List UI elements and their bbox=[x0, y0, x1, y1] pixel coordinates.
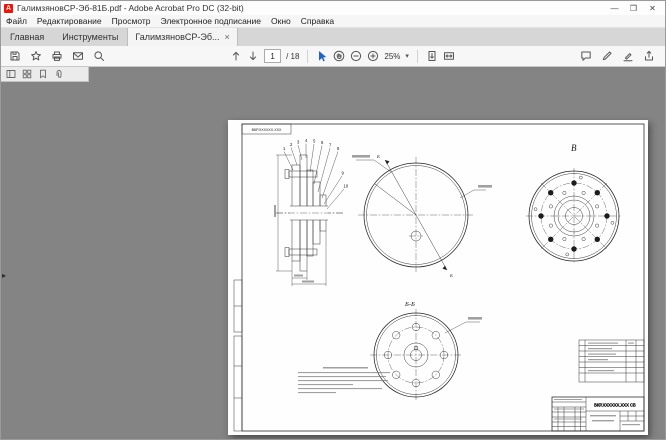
toolbar-center-group: 1 / 18 25% ▾ bbox=[230, 49, 455, 63]
svg-text:8: 8 bbox=[337, 146, 340, 151]
fill-sign-pencil-button[interactable] bbox=[601, 50, 613, 62]
close-button[interactable]: ✕ bbox=[643, 4, 662, 13]
pdf-page[interactable]: ВКР.ХХХХХХ.ХХХ bbox=[228, 120, 648, 435]
side-panel-icon[interactable] bbox=[6, 69, 16, 79]
window-controls: — ❐ ✕ bbox=[605, 4, 662, 13]
svg-text:9: 9 bbox=[342, 171, 345, 176]
chevron-down-icon[interactable]: ▾ bbox=[405, 53, 409, 60]
page-number-input[interactable]: 1 bbox=[264, 49, 281, 63]
svg-text:6: 6 bbox=[321, 140, 324, 145]
menu-help[interactable]: Справка bbox=[296, 16, 339, 26]
tab-bar: Главная Инструменты ГалимзяновСР-Эб... × bbox=[1, 28, 665, 46]
page-thumbnails-icon[interactable] bbox=[22, 69, 32, 79]
tab-document-label: ГалимзяновСР-Эб... bbox=[135, 32, 219, 42]
menu-esign[interactable]: Электронное подписание bbox=[156, 16, 266, 26]
zoom-level-value[interactable]: 25% bbox=[384, 52, 400, 61]
scroll-mode-button[interactable] bbox=[426, 50, 438, 62]
hand-tool-button[interactable] bbox=[333, 50, 345, 62]
view-b: В bbox=[526, 143, 622, 264]
title-block: ВКР.ХХХХХХ.ХХХ СБ bbox=[552, 397, 644, 431]
menu-view[interactable]: Просмотр bbox=[107, 16, 156, 26]
save-button[interactable] bbox=[9, 50, 21, 62]
search-icon[interactable] bbox=[93, 50, 105, 62]
window-title: ГалимзяновСР-Эб-81Б.pdf - Adobe Acrobat … bbox=[17, 3, 244, 13]
zoom-out-button[interactable] bbox=[350, 50, 362, 62]
menu-edit[interactable]: Редактирование bbox=[32, 16, 107, 26]
technical-requirements-text bbox=[298, 367, 390, 393]
previous-page-button[interactable] bbox=[230, 50, 242, 62]
select-tool-button[interactable] bbox=[316, 50, 328, 62]
comment-tool-button[interactable] bbox=[580, 50, 592, 62]
highlighter-button[interactable] bbox=[622, 50, 634, 62]
next-page-button[interactable] bbox=[247, 50, 259, 62]
engineering-drawing: ВКР.ХХХХХХ.ХХХ bbox=[228, 120, 648, 435]
expand-panel-arrow[interactable]: ▸ bbox=[2, 271, 6, 280]
toolbar-divider bbox=[307, 50, 308, 63]
menu-window[interactable]: Окно bbox=[266, 16, 296, 26]
svg-text:Б: Б bbox=[376, 154, 380, 159]
menu-bar: Файл Редактирование Просмотр Электронное… bbox=[1, 15, 665, 28]
tab-close-icon[interactable]: × bbox=[225, 32, 230, 42]
toolbar-divider bbox=[417, 50, 418, 63]
svg-text:1: 1 bbox=[283, 146, 286, 151]
svg-text:Б: Б bbox=[449, 273, 453, 278]
toolbar-right-group bbox=[580, 50, 665, 62]
svg-text:7: 7 bbox=[329, 143, 332, 148]
zoom-in-button[interactable] bbox=[367, 50, 379, 62]
print-button[interactable] bbox=[51, 50, 63, 62]
front-view: Б Б bbox=[352, 154, 492, 278]
mail-button[interactable] bbox=[72, 50, 84, 62]
tab-tools[interactable]: Инструменты bbox=[53, 28, 127, 46]
parts-table bbox=[579, 340, 644, 382]
svg-text:4: 4 bbox=[305, 138, 308, 143]
minimize-button[interactable]: — bbox=[605, 4, 624, 13]
section-bb-view: Б-Б bbox=[370, 301, 482, 401]
fit-width-button[interactable] bbox=[443, 50, 455, 62]
attachments-icon[interactable] bbox=[54, 69, 64, 79]
acrobat-window: A ГалимзяновСР-Эб-81Б.pdf - Adobe Acroba… bbox=[0, 0, 666, 440]
title-bar: A ГалимзяновСР-Эб-81Б.pdf - Adobe Acroba… bbox=[1, 1, 665, 15]
acrobat-logo-icon: A bbox=[4, 4, 13, 13]
maximize-button[interactable]: ❐ bbox=[624, 4, 643, 13]
view-b-label: В bbox=[571, 143, 577, 153]
section-bb-label: Б-Б bbox=[404, 301, 415, 308]
sheet-frame: ВКР.ХХХХХХ.ХХХ bbox=[234, 124, 644, 431]
document-canvas[interactable]: ▸ ВКР.ХХХХХХ.ХХХ bbox=[1, 67, 665, 439]
main-toolbar: 1 / 18 25% ▾ bbox=[1, 46, 665, 67]
bookmarks-icon[interactable] bbox=[38, 69, 48, 79]
page-count-label: / 18 bbox=[286, 52, 299, 61]
share-button[interactable] bbox=[643, 50, 655, 62]
svg-text:2: 2 bbox=[290, 142, 293, 147]
title-block-designation: ВКР.ХХХХХХ.ХХХ СБ bbox=[594, 403, 636, 408]
navigation-panel-buttons bbox=[1, 67, 89, 82]
svg-text:5: 5 bbox=[313, 139, 316, 144]
section-view-assembly: 1 2 3 4 5 6 7 8 9 10 bbox=[274, 138, 349, 286]
svg-text:10: 10 bbox=[344, 184, 349, 189]
tab-home[interactable]: Главная bbox=[1, 28, 53, 46]
menu-file[interactable]: Файл bbox=[1, 16, 32, 26]
tab-document[interactable]: ГалимзяновСР-Эб... × bbox=[127, 28, 237, 46]
svg-text:3: 3 bbox=[297, 140, 300, 145]
star-icon[interactable] bbox=[30, 50, 42, 62]
corner-stamp-designation: ВКР.ХХХХХХ.ХХХ bbox=[252, 128, 282, 132]
toolbar-left-group bbox=[1, 50, 105, 62]
